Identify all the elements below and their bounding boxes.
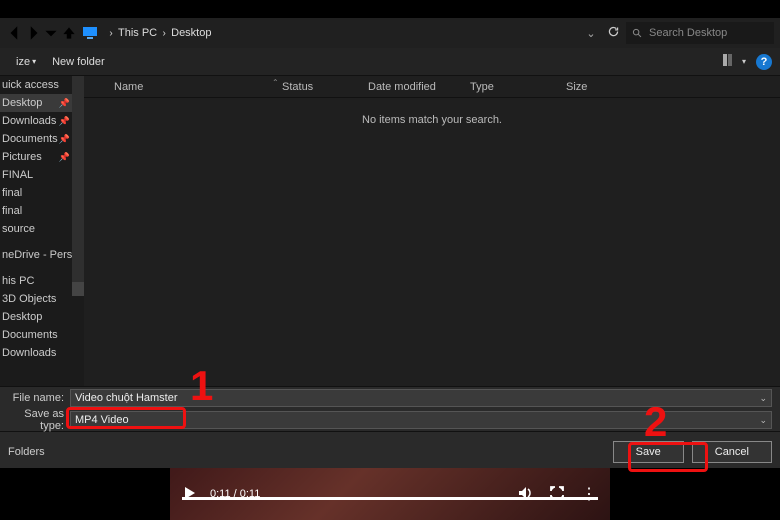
refresh-button[interactable] bbox=[600, 25, 626, 41]
breadcrumb-item[interactable]: Desktop bbox=[169, 27, 213, 39]
column-status[interactable]: Status bbox=[274, 81, 360, 93]
save-type-select[interactable]: MP4 Video ⌄ bbox=[70, 411, 772, 429]
list-header: Name Status Date modified Type Size ⌃ bbox=[84, 76, 780, 98]
dialog-toolbar: ize▾ New folder ▾ ? bbox=[0, 48, 780, 76]
search-icon bbox=[632, 28, 643, 39]
sort-indicator-icon: ⌃ bbox=[272, 78, 279, 87]
save-dialog: › This PC › Desktop ⌄ Search Desktop ize… bbox=[0, 18, 780, 468]
file-name-value: Video chuột Hamster bbox=[75, 392, 178, 404]
view-mode-dropdown[interactable]: ▾ bbox=[742, 57, 746, 66]
dialog-footer: Folders Save Cancel bbox=[0, 431, 780, 471]
fullscreen-button[interactable] bbox=[549, 485, 565, 504]
save-button[interactable]: Save bbox=[613, 441, 684, 463]
file-name-input[interactable]: Video chuột Hamster ⌄ bbox=[70, 389, 772, 407]
hide-folders-toggle[interactable]: Folders bbox=[8, 446, 45, 458]
new-folder-button[interactable]: New folder bbox=[44, 56, 113, 68]
view-mode-button[interactable] bbox=[722, 53, 740, 70]
save-type-label: Save as type: bbox=[0, 408, 70, 432]
sidebar: uick access Desktop📌 Downloads📌 Document… bbox=[0, 76, 84, 386]
help-button[interactable]: ? bbox=[756, 54, 772, 70]
sidebar-scrollbar[interactable] bbox=[72, 76, 84, 296]
pin-icon: 📌 bbox=[59, 130, 70, 148]
play-button[interactable] bbox=[182, 485, 198, 504]
empty-message: No items match your search. bbox=[84, 114, 780, 126]
column-size[interactable]: Size bbox=[558, 81, 628, 93]
pin-icon: 📌 bbox=[59, 94, 70, 112]
video-controls: 0:11 / 0:11 ⋮ bbox=[170, 484, 610, 504]
cancel-button[interactable]: Cancel bbox=[692, 441, 772, 463]
save-type-value: MP4 Video bbox=[75, 414, 129, 426]
column-date[interactable]: Date modified bbox=[360, 81, 462, 93]
volume-button[interactable] bbox=[517, 485, 533, 504]
file-name-label: File name: bbox=[0, 392, 70, 404]
nav-up-button[interactable] bbox=[60, 22, 78, 44]
file-list: Name Status Date modified Type Size ⌃ No… bbox=[84, 76, 780, 386]
nav-recent-dropdown[interactable] bbox=[42, 22, 60, 44]
organize-menu[interactable]: ize▾ bbox=[8, 56, 44, 68]
more-options-button[interactable]: ⋮ bbox=[581, 484, 598, 504]
file-fields: File name: Video chuột Hamster ⌄ Save as… bbox=[0, 386, 780, 431]
chevron-down-icon: ⌄ bbox=[759, 415, 767, 426]
breadcrumb-item[interactable]: This PC bbox=[116, 27, 159, 39]
pin-icon: 📌 bbox=[59, 112, 70, 130]
breadcrumb[interactable]: › This PC › Desktop bbox=[106, 27, 582, 39]
pc-icon bbox=[82, 26, 98, 40]
column-name[interactable]: Name bbox=[84, 81, 274, 93]
video-progress[interactable] bbox=[182, 497, 598, 500]
pin-icon: 📌 bbox=[59, 148, 70, 166]
dialog-body: uick access Desktop📌 Downloads📌 Document… bbox=[0, 76, 780, 386]
sidebar-item[interactable]: Desktop bbox=[0, 308, 84, 326]
search-placeholder: Search Desktop bbox=[649, 27, 727, 39]
chevron-right-icon: › bbox=[159, 28, 169, 39]
sidebar-item[interactable]: Documents bbox=[0, 326, 84, 344]
column-type[interactable]: Type bbox=[462, 81, 558, 93]
sidebar-item[interactable]: Downloads bbox=[0, 344, 84, 362]
video-player-strip: 0:11 / 0:11 ⋮ bbox=[0, 468, 780, 520]
dialog-topbar: › This PC › Desktop ⌄ Search Desktop bbox=[0, 18, 780, 48]
nav-forward-button[interactable] bbox=[24, 22, 42, 44]
search-input[interactable]: Search Desktop bbox=[626, 22, 774, 44]
chevron-down-icon: ⌄ bbox=[759, 393, 767, 404]
nav-back-button[interactable] bbox=[6, 22, 24, 44]
chevron-right-icon: › bbox=[106, 28, 116, 39]
breadcrumb-dropdown[interactable]: ⌄ bbox=[582, 27, 600, 40]
